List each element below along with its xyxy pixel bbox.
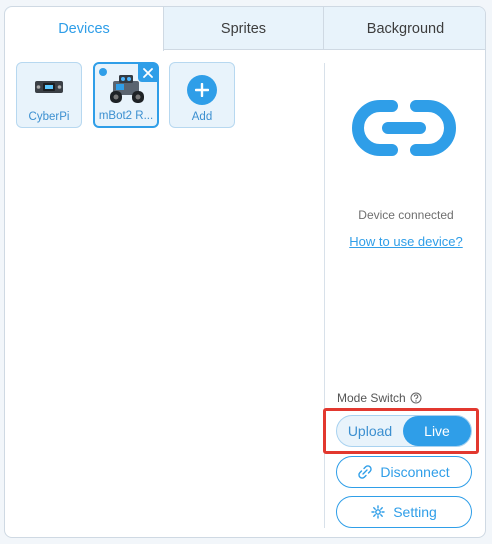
disconnect-button[interactable]: Disconnect bbox=[336, 456, 472, 488]
add-label: Add bbox=[191, 111, 213, 123]
plus-icon bbox=[187, 75, 217, 105]
tab-bar: Devices Sprites Background bbox=[5, 7, 485, 51]
unlink-icon bbox=[358, 465, 373, 479]
live-mode-option[interactable]: Live bbox=[403, 416, 471, 446]
device-panel: Devices Sprites Background CyberPi mBot2… bbox=[4, 6, 486, 538]
help-icon[interactable] bbox=[410, 392, 422, 404]
upload-mode-option[interactable]: Upload bbox=[337, 416, 403, 446]
how-to-use-link[interactable]: How to use device? bbox=[325, 234, 485, 249]
tab-background[interactable]: Background bbox=[324, 7, 485, 50]
setting-label: Setting bbox=[393, 504, 437, 520]
tab-sprites[interactable]: Sprites bbox=[164, 7, 324, 50]
tab-devices[interactable]: Devices bbox=[5, 7, 164, 51]
cyberpi-board-icon bbox=[35, 81, 63, 93]
device-label: CyberPi bbox=[28, 111, 70, 123]
mbot2-robot-icon bbox=[110, 75, 144, 103]
device-label: mBot2 R... bbox=[98, 110, 154, 122]
connected-dot-icon bbox=[99, 68, 107, 76]
device-card-cyberpi[interactable]: CyberPi bbox=[16, 62, 82, 128]
setting-button[interactable]: Setting bbox=[336, 496, 472, 528]
gear-icon bbox=[371, 505, 385, 519]
device-card-mbot2[interactable]: mBot2 R... bbox=[93, 62, 159, 128]
mode-switch-text: Mode Switch bbox=[337, 391, 406, 405]
mode-switch-toggle[interactable]: Upload Live bbox=[336, 415, 472, 447]
connection-status: Device connected bbox=[358, 208, 454, 222]
mode-switch-label: Mode Switch bbox=[337, 391, 422, 405]
disconnect-label: Disconnect bbox=[380, 464, 450, 480]
add-device-button[interactable]: Add bbox=[169, 62, 235, 128]
column-divider bbox=[324, 63, 325, 528]
link-icon bbox=[352, 100, 456, 156]
